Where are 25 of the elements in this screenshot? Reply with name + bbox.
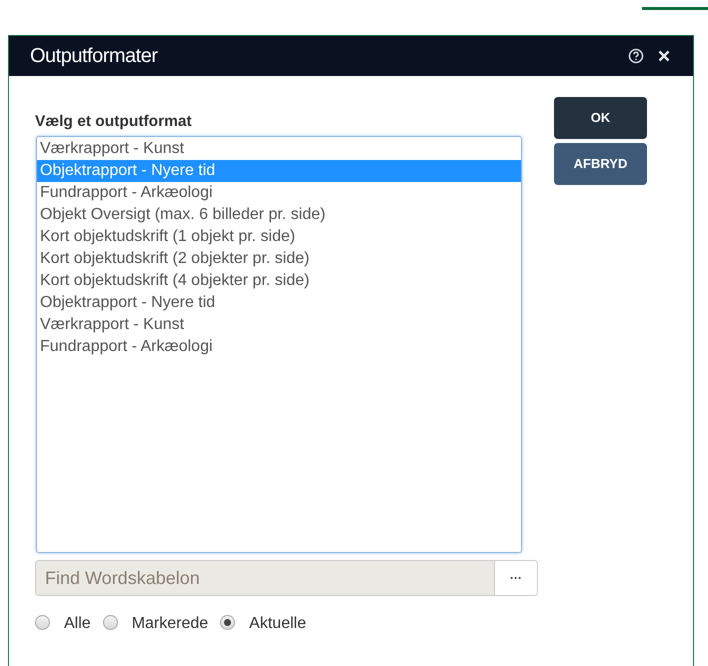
list-option[interactable]: Fundrapport - Arkæologi — [37, 336, 521, 358]
radio-label: Aktuelle — [249, 614, 306, 634]
list-option[interactable]: Værkrapport - Kunst — [37, 138, 521, 160]
section-label: Vælg et outputformat — [35, 112, 193, 132]
radio-button[interactable] — [220, 615, 236, 630]
cancel-button[interactable]: AFBRYD — [554, 143, 647, 185]
list-option[interactable]: Objekt Oversigt (max. 6 billeder pr. side) — [37, 204, 521, 226]
browse-button[interactable]: ··· — [494, 561, 537, 595]
list-option[interactable]: Fundrapport - Arkæologi — [37, 182, 521, 204]
close-icon[interactable] — [658, 50, 670, 62]
template-field[interactable]: Find Wordskabelon ··· — [35, 560, 538, 596]
radio-button[interactable] — [35, 615, 50, 630]
radio-button[interactable] — [102, 615, 118, 630]
top-accent-line — [642, 7, 708, 10]
radio-label: Alle — [64, 614, 91, 634]
list-option[interactable]: Objektrapport - Nyere tid — [37, 292, 521, 314]
list-option[interactable]: Kort objektudskrift (4 objekter pr. side) — [37, 270, 521, 292]
template-input[interactable]: Find Wordskabelon — [36, 561, 494, 595]
list-option[interactable]: Kort objektudskrift (2 objekter pr. side) — [37, 248, 521, 270]
help-icon[interactable] — [628, 48, 644, 64]
window-title: Outputformater — [30, 44, 158, 69]
list-option[interactable]: Værkrapport - Kunst — [37, 314, 521, 336]
ok-button[interactable]: OK — [554, 97, 647, 139]
list-option[interactable]: Kort objektudskrift (1 objekt pr. side) — [37, 226, 521, 248]
radio-label: Markerede — [132, 614, 208, 634]
